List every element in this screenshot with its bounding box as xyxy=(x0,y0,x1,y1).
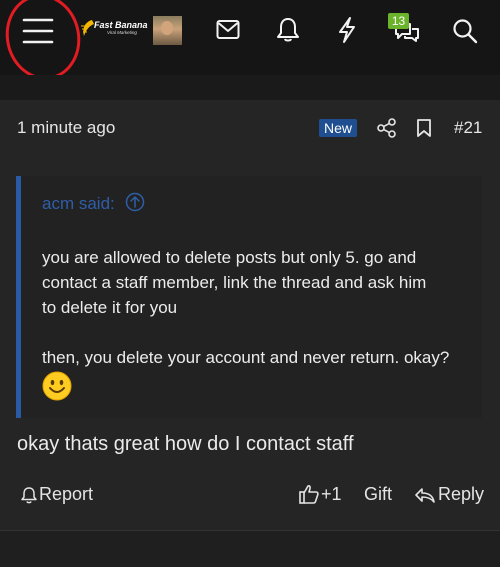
quote-line: you are allowed to delete posts but only… xyxy=(42,248,417,267)
post-timestamp[interactable]: 1 minute ago xyxy=(17,118,115,138)
thumbs-up-icon[interactable] xyxy=(298,483,320,505)
quote-text: you are allowed to delete posts but only… xyxy=(42,245,472,370)
brand-logo[interactable]: Fast Banana Viral Marketing xyxy=(81,18,148,40)
conversations-badge: 13 xyxy=(388,13,409,29)
quote-line: then, you delete your account and never … xyxy=(42,348,450,367)
top-navigation-bar: Fast Banana Viral Marketing 13 xyxy=(0,0,500,87)
quote-line: to delete it for you xyxy=(42,298,178,317)
brand-tagline: Viral Marketing xyxy=(107,30,137,35)
brand-name: Fast Banana xyxy=(94,20,148,30)
avatar[interactable] xyxy=(153,16,182,45)
header-spacer xyxy=(0,75,500,100)
quote-block: acm said: you are allowed to delete post… xyxy=(16,176,482,418)
arrow-up-circle-icon[interactable] xyxy=(125,192,145,212)
new-badge: New xyxy=(319,119,358,137)
post-message: okay thats great how do I contact staff xyxy=(17,433,354,455)
reply-button[interactable]: Reply xyxy=(438,484,484,505)
bolt-icon[interactable] xyxy=(337,16,357,44)
like-button[interactable]: +1 xyxy=(321,484,342,505)
quote-author[interactable]: acm said: xyxy=(42,194,115,214)
envelope-icon[interactable] xyxy=(216,19,240,41)
red-annotation-circle xyxy=(0,0,89,87)
search-icon[interactable] xyxy=(452,18,478,44)
gift-button[interactable]: Gift xyxy=(364,484,392,505)
report-icon[interactable] xyxy=(20,486,38,504)
post-number[interactable]: #21 xyxy=(454,118,482,138)
post-divider xyxy=(0,530,500,531)
bookmark-icon[interactable] xyxy=(416,118,432,138)
bell-icon[interactable] xyxy=(276,17,300,43)
smiley-emoji-icon xyxy=(42,371,72,401)
share-icon[interactable] xyxy=(377,118,397,138)
reply-icon[interactable] xyxy=(414,486,436,504)
quote-line: contact a staff member, link the thread … xyxy=(42,273,427,292)
report-button[interactable]: Report xyxy=(39,484,93,505)
